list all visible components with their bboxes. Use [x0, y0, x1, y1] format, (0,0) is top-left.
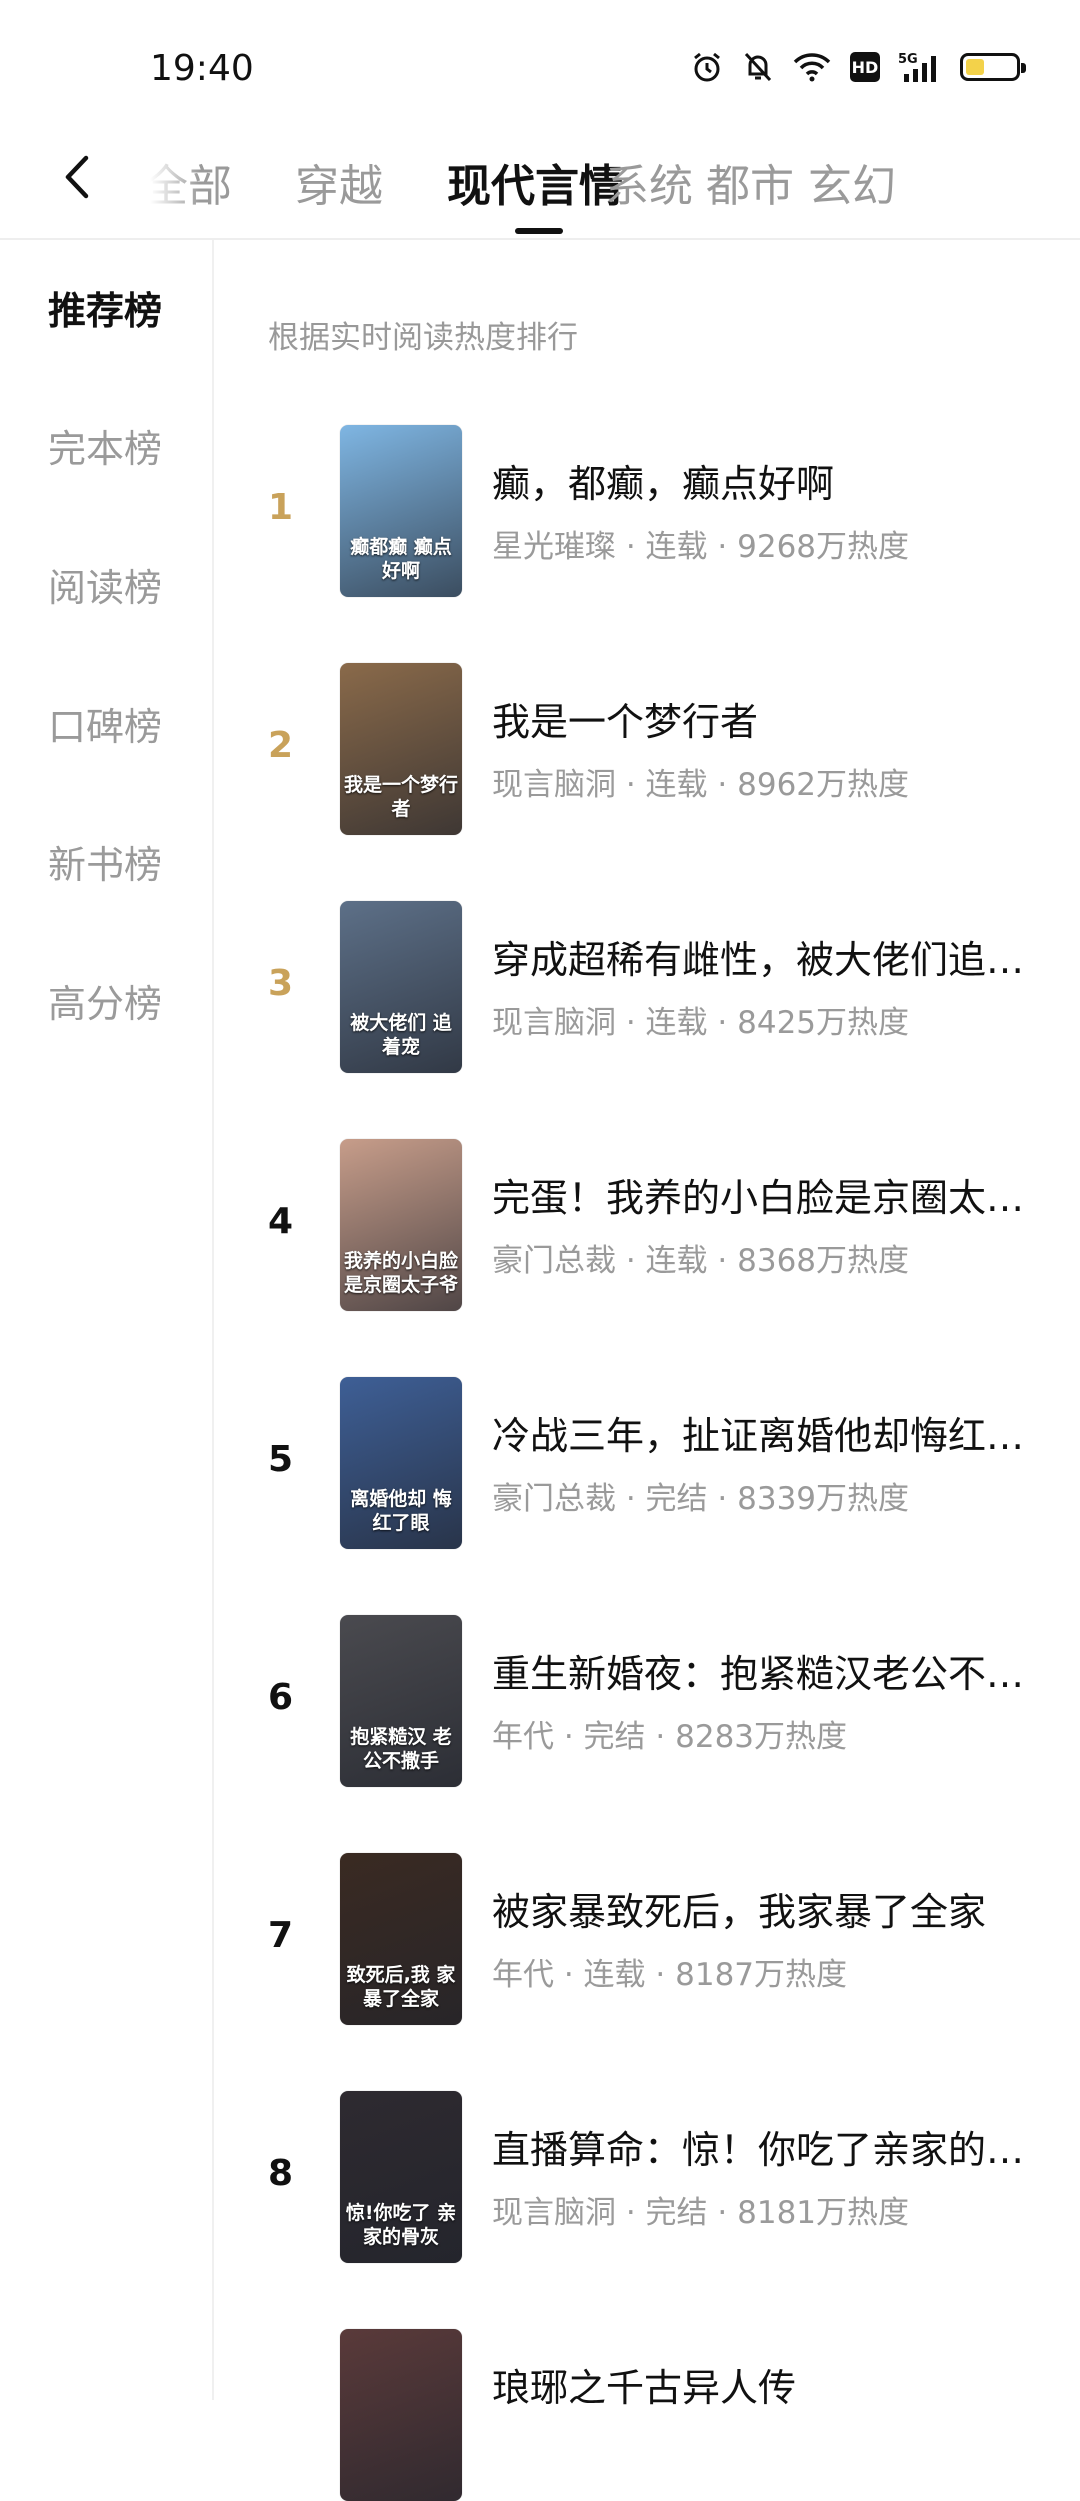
book-meta: 年代 · 完结 · 8283万热度: [492, 1719, 848, 1755]
book-title[interactable]: 完蛋！我养的小白脸是京圈太…: [492, 1167, 1032, 1222]
active-tab-indicator: [515, 228, 563, 234]
book-cover[interactable]: 我养的小白脸 是京圈太子爷: [340, 1139, 462, 1311]
ranking-hint: 根据实时阅读热度排行: [268, 320, 578, 356]
wifi-icon: [793, 53, 831, 82]
book-item[interactable]: 5 离婚他却 悔红了眼 冷战三年，扯证离婚他却悔红… 豪门总裁 · 完结 · 8…: [214, 1377, 1080, 1549]
book-meta: 现言脑洞 · 连载 · 8962万热度: [492, 767, 910, 803]
battery-icon: [960, 53, 1026, 81]
cover-title: 被大佬们 追着宠: [350, 1012, 452, 1058]
svg-text:5G: 5G: [898, 52, 918, 67]
hd-icon: HD: [850, 52, 880, 82]
book-title[interactable]: 穿成超稀有雌性，被大佬们追…: [492, 929, 1032, 984]
book-title[interactable]: 癫，都癫，癫点好啊: [492, 453, 1032, 508]
cover-title: 我是一个梦行者: [344, 774, 459, 820]
tab-urban[interactable]: 都市: [706, 150, 794, 214]
sidebar-item-reputation[interactable]: 口碑榜: [48, 696, 162, 751]
rank-number: 7: [268, 1915, 294, 1956]
sidebar-item-high-score[interactable]: 高分榜: [48, 973, 162, 1028]
signal-5g-icon: 5G: [898, 52, 936, 82]
book-cover[interactable]: 致死后,我 家暴了全家: [340, 1853, 462, 2025]
book-item[interactable]: 4 我养的小白脸 是京圈太子爷 完蛋！我养的小白脸是京圈太… 豪门总裁 · 连载…: [214, 1139, 1080, 1311]
book-meta: 现言脑洞 · 完结 · 8181万热度: [492, 2195, 910, 2231]
status-bar: 19:40 HD 5G: [0, 0, 1080, 130]
cover-title: 离婚他却 悔红了眼: [350, 1488, 452, 1534]
book-title[interactable]: 被家暴致死后，我家暴了全家: [492, 1881, 1032, 1936]
book-title[interactable]: 琅琊之千古异人传: [492, 2357, 1032, 2412]
tab-system[interactable]: 系统: [605, 150, 693, 214]
tabs-fade: [150, 130, 200, 238]
book-cover[interactable]: [340, 2329, 462, 2501]
sidebar-item-recommended[interactable]: 推荐榜: [48, 280, 162, 335]
rank-number: 1: [268, 487, 294, 528]
rank-number: 3: [268, 963, 294, 1004]
tab-time-travel[interactable]: 穿越: [295, 150, 383, 214]
book-cover[interactable]: 惊!你吃了 亲家的骨灰: [340, 2091, 462, 2263]
cover-title: 惊!你吃了 亲家的骨灰: [345, 2202, 457, 2248]
ranking-list: 根据实时阅读热度排行 1 癫都癫 癫点好啊 癫，都癫，癫点好啊 星光璀璨 · 连…: [214, 240, 1080, 2501]
cover-title: 致死后,我 家暴了全家: [346, 1964, 456, 2010]
ranking-sidebar: 推荐榜 完本榜 阅读榜 口碑榜 新书榜 高分榜: [0, 240, 214, 2400]
book-meta: 星光璀璨 · 连载 · 9268万热度: [492, 529, 910, 565]
book-item[interactable]: 3 被大佬们 追着宠 穿成超稀有雌性，被大佬们追… 现言脑洞 · 连载 · 84…: [214, 901, 1080, 1073]
cover-title: 我养的小白脸 是京圈太子爷: [344, 1250, 459, 1296]
book-item[interactable]: 6 抱紧糙汉 老公不撒手 重生新婚夜：抱紧糙汉老公不… 年代 · 完结 · 82…: [214, 1615, 1080, 1787]
book-item[interactable]: 琅琊之千古异人传: [214, 2329, 1080, 2501]
rank-number: 2: [268, 725, 294, 766]
category-tabs: 全部 穿越 现代言情 系统 都市 玄幻: [150, 130, 1080, 238]
book-cover[interactable]: 癫都癫 癫点好啊: [340, 425, 462, 597]
sidebar-item-new-books[interactable]: 新书榜: [48, 834, 162, 889]
book-cover[interactable]: 离婚他却 悔红了眼: [340, 1377, 462, 1549]
book-item[interactable]: 1 癫都癫 癫点好啊 癫，都癫，癫点好啊 星光璀璨 · 连载 · 9268万热度: [214, 425, 1080, 597]
status-time: 19:40: [150, 48, 254, 89]
book-meta: 豪门总裁 · 完结 · 8339万热度: [492, 1481, 910, 1517]
book-title[interactable]: 直播算命：惊！你吃了亲家的…: [492, 2119, 1032, 2174]
cover-title: 癫都癫 癫点好啊: [350, 536, 452, 582]
book-title[interactable]: 重生新婚夜：抱紧糙汉老公不…: [492, 1643, 1032, 1698]
mute-bell-icon: [744, 52, 772, 82]
cover-title: 抱紧糙汉 老公不撒手: [350, 1726, 452, 1772]
tab-modern-romance[interactable]: 现代言情: [447, 150, 623, 214]
book-item[interactable]: 2 我是一个梦行者 我是一个梦行者 现言脑洞 · 连载 · 8962万热度: [214, 663, 1080, 835]
tab-fantasy[interactable]: 玄幻: [808, 150, 896, 214]
book-meta: 豪门总裁 · 连载 · 8368万热度: [492, 1243, 910, 1279]
sidebar-item-completed[interactable]: 完本榜: [48, 418, 162, 473]
sidebar-item-reading[interactable]: 阅读榜: [48, 557, 162, 612]
book-meta: 现言脑洞 · 连载 · 8425万热度: [492, 1005, 910, 1041]
rank-number: 5: [268, 1439, 294, 1480]
back-arrow-icon[interactable]: [52, 152, 102, 202]
book-item[interactable]: 8 惊!你吃了 亲家的骨灰 直播算命：惊！你吃了亲家的… 现言脑洞 · 完结 ·…: [214, 2091, 1080, 2263]
book-title[interactable]: 冷战三年，扯证离婚他却悔红…: [492, 1405, 1032, 1460]
book-item[interactable]: 7 致死后,我 家暴了全家 被家暴致死后，我家暴了全家 年代 · 连载 · 81…: [214, 1853, 1080, 2025]
book-title[interactable]: 我是一个梦行者: [492, 691, 1032, 746]
book-cover[interactable]: 抱紧糙汉 老公不撒手: [340, 1615, 462, 1787]
category-header: 全部 穿越 现代言情 系统 都市 玄幻: [0, 130, 1080, 240]
rank-number: 6: [268, 1677, 294, 1718]
status-icons: HD 5G: [690, 50, 1026, 84]
book-cover[interactable]: 我是一个梦行者: [340, 663, 462, 835]
book-meta: 年代 · 连载 · 8187万热度: [492, 1957, 848, 1993]
book-cover[interactable]: 被大佬们 追着宠: [340, 901, 462, 1073]
alarm-icon: [694, 52, 720, 82]
rank-number: 8: [268, 2153, 294, 2194]
rank-number: 4: [268, 1201, 294, 1242]
